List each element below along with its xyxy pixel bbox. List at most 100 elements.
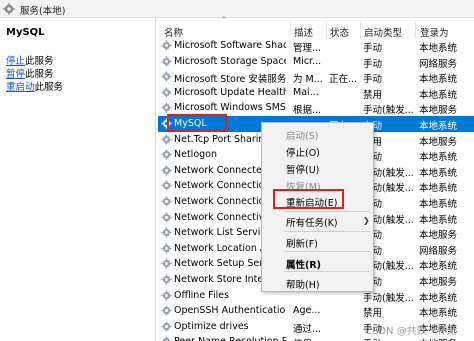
service-name: Microsoft Storage Space... — [174, 55, 286, 67]
service-logon-as: 本地系统 — [419, 183, 458, 195]
service-row[interactable]: Microsoft Storage Space... Micr... 手动 网络服务 — [158, 54, 474, 70]
menu-item-help[interactable]: 帮助(H) — [286, 277, 320, 291]
service-logon-as: 本地系统 — [419, 308, 458, 320]
pause-service-action: 暂停此服务 — [6, 66, 54, 80]
service-description: 使用... — [293, 336, 325, 341]
service-gear-icon — [161, 290, 172, 301]
service-logon-as: 本地系统 — [419, 214, 458, 226]
service-logon-as: 网络服务 — [419, 245, 458, 257]
menu-item-refresh[interactable]: 刷新(F) — [286, 236, 318, 250]
service-gear-icon — [161, 274, 172, 285]
service-gear-icon — [161, 212, 172, 223]
column-separator[interactable] — [290, 22, 291, 38]
service-startup-type: 手动 — [363, 336, 415, 341]
service-gear-icon — [161, 134, 172, 145]
service-row[interactable]: Microsoft Update Health... Mai... 禁用 本地系统 — [158, 85, 474, 101]
service-logon-as: 本地系统 — [419, 167, 458, 179]
pane-divider[interactable] — [155, 19, 156, 341]
service-description: 通过... — [293, 323, 322, 335]
service-name: Optimize drives — [174, 320, 249, 332]
menu-item-properties[interactable]: 属性(R) — [286, 257, 321, 271]
menu-item-all-tasks[interactable]: 所有任务(K) — [286, 215, 338, 229]
service-gear-icon — [161, 71, 172, 82]
service-name: Microsoft Windows SMS ... — [174, 102, 286, 114]
services-gear-icon — [3, 3, 15, 15]
mysql-highlight-box — [167, 114, 227, 132]
service-gear-icon — [162, 336, 171, 341]
service-row[interactable]: OpenSSH Authentication ... Age... 禁用 本地系统 — [158, 303, 474, 319]
column-logon-as[interactable]: 登录为 — [420, 25, 449, 39]
restart-service-suffix: 此服务 — [34, 82, 64, 93]
service-name: Peer Name Resolution Pr... — [174, 336, 286, 341]
service-startup-type: 手动(触发... — [363, 105, 414, 117]
column-separator[interactable] — [415, 22, 416, 38]
stop-service-action: 停止此服务 — [6, 53, 54, 67]
column-description[interactable]: 描述 — [294, 25, 313, 39]
service-logon-as: 本地服务 — [419, 230, 458, 242]
service-startup-type: 手动 — [363, 58, 383, 70]
service-name: OpenSSH Authentication ... — [174, 305, 286, 317]
service-row[interactable]: Microsoft Store 安装服务为 M... 正在... 手动 本地系统 — [158, 69, 474, 85]
service-row[interactable]: Microsoft Software Shad... 管理... 手动 本地系统 — [158, 38, 474, 54]
service-logon-as: 本地系统 — [419, 74, 458, 86]
service-gear-icon — [161, 321, 172, 332]
service-gear-icon — [161, 87, 172, 98]
service-gear-icon — [161, 196, 172, 207]
restart-highlight-box — [273, 189, 344, 209]
service-status: 正在... — [329, 74, 358, 86]
window-title: 服务(本地) — [20, 6, 66, 17]
service-gear-icon — [161, 165, 172, 176]
service-logon-as: 网络服务 — [419, 58, 458, 70]
menu-item-pause[interactable]: 暂停(U) — [286, 162, 319, 176]
service-logon-as: 本地系统 — [419, 152, 458, 164]
service-logon-as: 本地服务 — [419, 277, 458, 288]
restart-service-action: 重启动此服务 — [6, 79, 63, 93]
service-name: Microsoft Store 安装服务 — [174, 74, 286, 86]
menu-separator — [284, 231, 370, 232]
submenu-arrow-icon: ❯ — [363, 216, 370, 225]
menu-separator — [284, 251, 370, 252]
column-status[interactable]: 状态 — [330, 25, 349, 39]
service-logon-as: 本地服务 — [419, 336, 474, 341]
service-logon-as: 本地服务 — [419, 105, 458, 117]
service-description: Mai... — [293, 86, 319, 98]
service-logon-as: 本地服务 — [419, 136, 458, 148]
watermark: CSDN @共饮一杯无 — [365, 326, 457, 337]
service-description: Micr... — [293, 55, 322, 67]
service-gear-icon — [161, 227, 172, 238]
column-separator[interactable] — [360, 22, 361, 38]
column-header: 名称 描述 状态 启动类型 登录为 — [158, 22, 474, 39]
service-gear-icon — [161, 56, 172, 67]
service-logon-as: 本地系统 — [419, 121, 458, 132]
service-description: Age... — [293, 305, 321, 317]
sort-caret-icon: ^ — [221, 16, 227, 24]
service-gear-icon — [161, 40, 172, 51]
restart-service-link[interactable]: 重启动 — [6, 82, 35, 93]
column-name[interactable]: 名称 — [164, 25, 183, 39]
service-logon-as: 本地系统 — [419, 199, 458, 210]
service-gear-icon — [161, 102, 172, 113]
left-pane: MySQL 停止此服务 暂停此服务 重启动此服务 — [0, 19, 155, 341]
service-logon-as: 本地系统 — [419, 292, 458, 304]
service-startup-type: 禁用 — [363, 89, 383, 101]
column-separator[interactable] — [326, 22, 327, 38]
column-startup-type[interactable]: 启动类型 — [364, 25, 402, 39]
title-bar: 服务(本地) — [0, 0, 474, 18]
selected-service-name: MySQL — [6, 27, 45, 38]
service-logon-as: 本地系统 — [419, 89, 458, 101]
menu-item-stop[interactable]: 停止(O) — [286, 145, 320, 159]
service-description: 根据... — [293, 105, 322, 117]
service-startup-type: 禁用 — [363, 308, 383, 320]
service-gear-icon — [161, 180, 172, 191]
menu-separator — [284, 211, 370, 212]
service-logon-as: 本地系统 — [419, 261, 458, 273]
service-gear-icon — [161, 243, 172, 254]
service-gear-icon — [161, 258, 172, 269]
service-startup-type: 手动 — [363, 74, 383, 86]
service-name: Microsoft Update Health... — [174, 86, 286, 98]
service-description: 为 M... — [293, 74, 323, 86]
service-startup-type: 手动 — [363, 43, 383, 54]
service-gear-icon — [161, 305, 172, 316]
menu-separator — [284, 271, 370, 272]
service-name: Microsoft Software Shad... — [174, 40, 286, 51]
